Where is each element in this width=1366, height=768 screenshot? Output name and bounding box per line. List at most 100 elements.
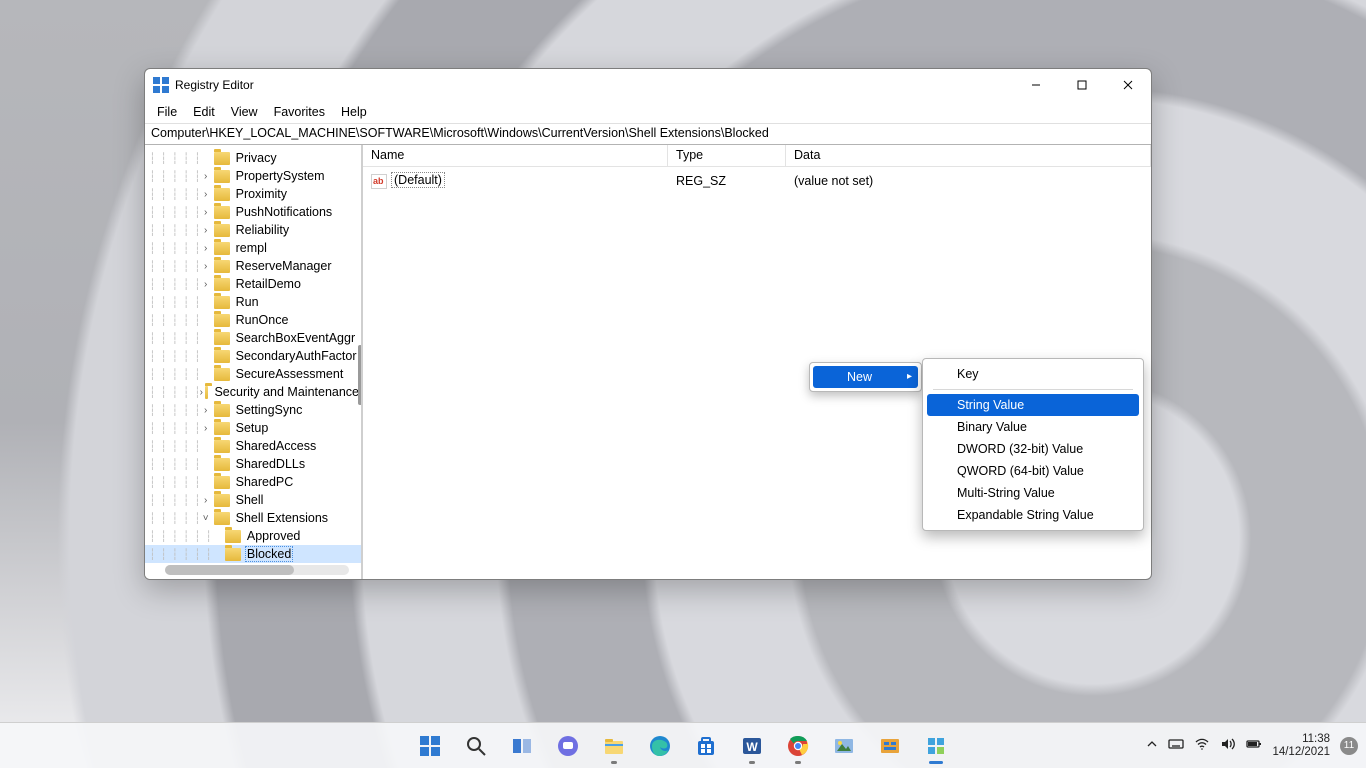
folder-icon <box>214 350 230 363</box>
tree-item[interactable]: ┆ ┆ ┆ ┆ ┆ ›RetailDemo <box>145 275 361 293</box>
taskbar: W 11:38 14/12/2021 11 <box>0 722 1366 768</box>
tree-item[interactable]: ┆ ┆ ┆ ┆ ┆ SharedAccess <box>145 437 361 455</box>
tree-item[interactable]: ┆ ┆ ┆ ┆ ┆ ›Reliability <box>145 221 361 239</box>
close-button[interactable] <box>1105 69 1151 101</box>
context-subitem[interactable]: Key <box>927 363 1139 385</box>
folder-icon <box>214 494 230 507</box>
notification-badge[interactable]: 11 <box>1340 737 1358 755</box>
tree-item[interactable]: ┆ ┆ ┆ ┆ ┆ Privacy <box>145 149 361 167</box>
tree-item[interactable]: ┆ ┆ ┆ ┆ ┆ SharedDLLs <box>145 455 361 473</box>
chevron-right-icon[interactable]: › <box>200 225 212 236</box>
chevron-down-icon[interactable]: ˅ <box>200 513 212 524</box>
menu-view[interactable]: View <box>223 103 266 121</box>
folder-icon <box>225 548 241 561</box>
tree-item-label: Approved <box>245 529 303 543</box>
tree-item[interactable]: ┆ ┆ ┆ ┆ ┆ ›PushNotifications <box>145 203 361 221</box>
folder-icon <box>214 512 230 525</box>
tree-pane[interactable]: ┆ ┆ ┆ ┆ ┆ Privacy┆ ┆ ┆ ┆ ┆ ›PropertySyst… <box>145 145 363 579</box>
tree-item[interactable]: ┆ ┆ ┆ ┆ ┆ SearchBoxEventAggr <box>145 329 361 347</box>
chevron-right-icon[interactable]: › <box>200 423 212 434</box>
folder-icon <box>214 242 230 255</box>
tree-item[interactable]: ┆ ┆ ┆ ┆ ┆ ›PropertySystem <box>145 167 361 185</box>
chevron-right-icon[interactable]: › <box>200 189 212 200</box>
tree-item[interactable]: ┆ ┆ ┆ ┆ ┆ ˅Shell Extensions <box>145 509 361 527</box>
folder-icon <box>214 206 230 219</box>
start-button[interactable] <box>410 726 450 766</box>
tree-item-label: Reliability <box>234 223 292 237</box>
battery-icon[interactable] <box>1246 736 1262 755</box>
taskbar-center: W <box>410 726 956 766</box>
value-type: REG_SZ <box>668 174 786 188</box>
tree-item-label: rempl <box>234 241 269 255</box>
maximize-button[interactable] <box>1059 69 1105 101</box>
tree-item[interactable]: ┆ ┆ ┆ ┆ ┆ ›Proximity <box>145 185 361 203</box>
photos-button[interactable] <box>824 726 864 766</box>
chevron-right-icon[interactable]: › <box>200 207 212 218</box>
clock[interactable]: 11:38 14/12/2021 <box>1272 733 1330 759</box>
tree-item[interactable]: ┆ ┆ ┆ ┆ ┆ ›Setup <box>145 419 361 437</box>
value-row[interactable]: (Default)REG_SZ(value not set) <box>363 171 1151 191</box>
clock-date: 14/12/2021 <box>1272 746 1330 759</box>
address-bar[interactable]: Computer\HKEY_LOCAL_MACHINE\SOFTWARE\Mic… <box>145 123 1151 145</box>
chrome-button[interactable] <box>778 726 818 766</box>
minimize-button[interactable] <box>1013 69 1059 101</box>
splitter-handle[interactable] <box>358 345 362 405</box>
context-subitem[interactable]: Multi-String Value <box>927 482 1139 504</box>
controlpanel-button[interactable] <box>870 726 910 766</box>
col-name[interactable]: Name <box>363 145 668 166</box>
explorer-button[interactable] <box>594 726 634 766</box>
col-type[interactable]: Type <box>668 145 786 166</box>
titlebar[interactable]: Registry Editor <box>145 69 1151 101</box>
tree-item[interactable]: ┆ ┆ ┆ ┆ ┆ ›Security and Maintenance <box>145 383 361 401</box>
chevron-right-icon[interactable]: › <box>200 495 212 506</box>
folder-icon <box>214 188 230 201</box>
tree-item[interactable]: ┆ ┆ ┆ ┆ ┆ ›rempl <box>145 239 361 257</box>
folder-icon <box>214 224 230 237</box>
regedit-taskbar-button[interactable] <box>916 726 956 766</box>
tray-overflow-icon[interactable] <box>1146 738 1158 753</box>
tree-item[interactable]: ┆ ┆ ┆ ┆ ┆ Run <box>145 293 361 311</box>
context-subitem[interactable]: Expandable String Value <box>927 504 1139 526</box>
tree-item[interactable]: ┆ ┆ ┆ ┆ ┆ RunOnce <box>145 311 361 329</box>
tree-item[interactable]: ┆ ┆ ┆ ┆ ┆ SecondaryAuthFactor <box>145 347 361 365</box>
tree-item[interactable]: ┆ ┆ ┆ ┆ ┆ SharedPC <box>145 473 361 491</box>
context-subitem[interactable]: Binary Value <box>927 416 1139 438</box>
tree-item-label: Run <box>234 295 261 309</box>
tree-item[interactable]: ┆ ┆ ┆ ┆ ┆ ┆ Blocked <box>145 545 361 563</box>
menu-file[interactable]: File <box>149 103 185 121</box>
chevron-right-icon[interactable]: › <box>200 243 212 254</box>
tree-item[interactable]: ┆ ┆ ┆ ┆ ┆ SecureAssessment <box>145 365 361 383</box>
folder-icon <box>214 152 230 165</box>
folder-icon <box>214 440 230 453</box>
context-subitem[interactable]: DWORD (32-bit) Value <box>927 438 1139 460</box>
tree-item[interactable]: ┆ ┆ ┆ ┆ ┆ ›Shell <box>145 491 361 509</box>
context-subitem[interactable]: QWORD (64-bit) Value <box>927 460 1139 482</box>
word-button[interactable]: W <box>732 726 772 766</box>
chevron-right-icon[interactable]: › <box>200 171 212 182</box>
tree-item[interactable]: ┆ ┆ ┆ ┆ ┆ ›ReserveManager <box>145 257 361 275</box>
store-button[interactable] <box>686 726 726 766</box>
col-data[interactable]: Data <box>786 145 1151 166</box>
volume-icon[interactable] <box>1220 736 1236 755</box>
search-button[interactable] <box>456 726 496 766</box>
menubar: File Edit View Favorites Help <box>145 101 1151 123</box>
menu-edit[interactable]: Edit <box>185 103 223 121</box>
menu-help[interactable]: Help <box>333 103 375 121</box>
context-item-new[interactable]: New ▸ <box>813 366 918 388</box>
context-subitem[interactable]: String Value <box>927 394 1139 416</box>
menu-favorites[interactable]: Favorites <box>266 103 333 121</box>
tree-item[interactable]: ┆ ┆ ┆ ┆ ┆ ┆ Approved <box>145 527 361 545</box>
chevron-right-icon[interactable]: › <box>200 261 212 272</box>
tree-item[interactable]: ┆ ┆ ┆ ┆ ┆ ›SettingSync <box>145 401 361 419</box>
chevron-right-icon[interactable]: › <box>200 279 212 290</box>
chevron-right-icon[interactable]: › <box>200 405 212 416</box>
wifi-icon[interactable] <box>1194 736 1210 755</box>
edge-button[interactable] <box>640 726 680 766</box>
chat-button[interactable] <box>548 726 588 766</box>
window-title: Registry Editor <box>175 78 254 92</box>
chevron-right-icon[interactable]: › <box>200 387 203 398</box>
keyboard-icon[interactable] <box>1168 736 1184 755</box>
scrollbar-horizontal[interactable] <box>165 565 349 575</box>
taskview-button[interactable] <box>502 726 542 766</box>
folder-icon <box>225 530 241 543</box>
